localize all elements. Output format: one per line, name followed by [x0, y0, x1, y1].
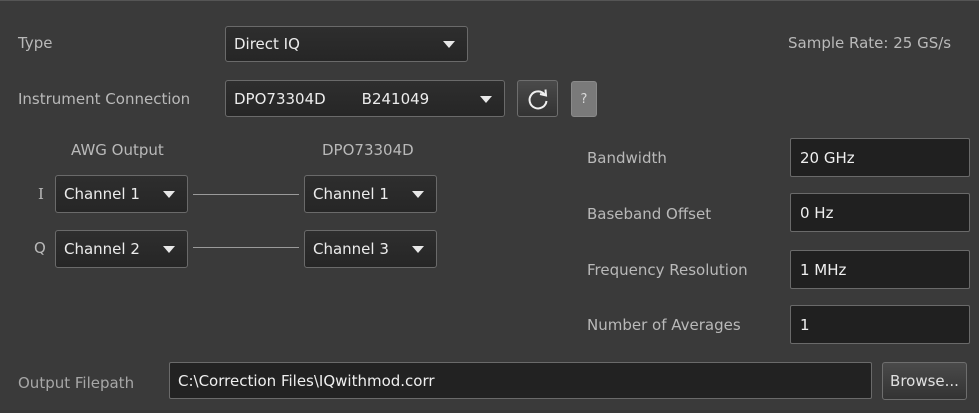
- scope-q-channel-value: Channel 3: [313, 240, 389, 258]
- q-connector-line: [193, 247, 299, 248]
- type-value: Direct IQ: [234, 35, 300, 53]
- sample-rate-label: Sample Rate: 25 GS/s: [788, 34, 951, 52]
- sample-rate-caption: Sample Rate:: [788, 34, 889, 52]
- frequency-resolution-field[interactable]: 1 MHz: [790, 250, 970, 289]
- browse-button[interactable]: Browse...: [882, 362, 967, 400]
- refresh-icon: [528, 88, 547, 109]
- i-channel-label: I: [38, 185, 44, 203]
- sample-rate-value: 25 GS/s: [893, 34, 952, 52]
- q-channel-label: Q: [34, 239, 46, 257]
- bandwidth-label: Bandwidth: [587, 149, 667, 167]
- i-connector-line: [193, 194, 299, 195]
- awg-q-channel-dropdown[interactable]: Channel 2: [55, 230, 188, 268]
- number-of-averages-label: Number of Averages: [587, 316, 741, 334]
- scope-q-channel-dropdown[interactable]: Channel 3: [304, 230, 437, 268]
- chevron-down-icon: [412, 191, 424, 198]
- awg-output-header: AWG Output: [71, 141, 164, 159]
- chevron-down-icon: [480, 95, 492, 103]
- instrument-dropdown[interactable]: DPO73304D B241049: [225, 80, 505, 117]
- iq-correction-panel: Type Direct IQ Sample Rate: 25 GS/s Inst…: [0, 0, 979, 413]
- scope-i-channel-value: Channel 1: [313, 185, 389, 203]
- instrument-connection-label: Instrument Connection: [18, 90, 191, 108]
- help-button[interactable]: ?: [571, 81, 597, 117]
- type-label: Type: [18, 34, 53, 52]
- chevron-down-icon: [412, 246, 424, 253]
- baseband-offset-field[interactable]: 0 Hz: [790, 193, 970, 232]
- number-of-averages-field[interactable]: 1: [790, 305, 970, 344]
- instrument-model: DPO73304D: [234, 89, 326, 108]
- frequency-resolution-label: Frequency Resolution: [587, 261, 748, 279]
- output-filepath-label: Output Filepath: [18, 374, 135, 392]
- awg-i-channel-value: Channel 1: [64, 185, 140, 203]
- chevron-down-icon: [163, 191, 175, 198]
- type-dropdown[interactable]: Direct IQ: [225, 26, 468, 62]
- scope-i-channel-dropdown[interactable]: Channel 1: [304, 175, 437, 213]
- bandwidth-field[interactable]: 20 GHz: [790, 138, 970, 177]
- awg-i-channel-dropdown[interactable]: Channel 1: [55, 175, 188, 213]
- instrument-serial: B241049: [361, 89, 430, 108]
- chevron-down-icon: [443, 41, 455, 48]
- output-filepath-field[interactable]: C:\Correction Files\IQwithmod.corr: [169, 362, 872, 399]
- scope-header: DPO73304D: [322, 141, 414, 159]
- awg-q-channel-value: Channel 2: [64, 240, 140, 258]
- refresh-button[interactable]: [517, 80, 558, 117]
- chevron-down-icon: [163, 246, 175, 253]
- baseband-offset-label: Baseband Offset: [587, 205, 712, 223]
